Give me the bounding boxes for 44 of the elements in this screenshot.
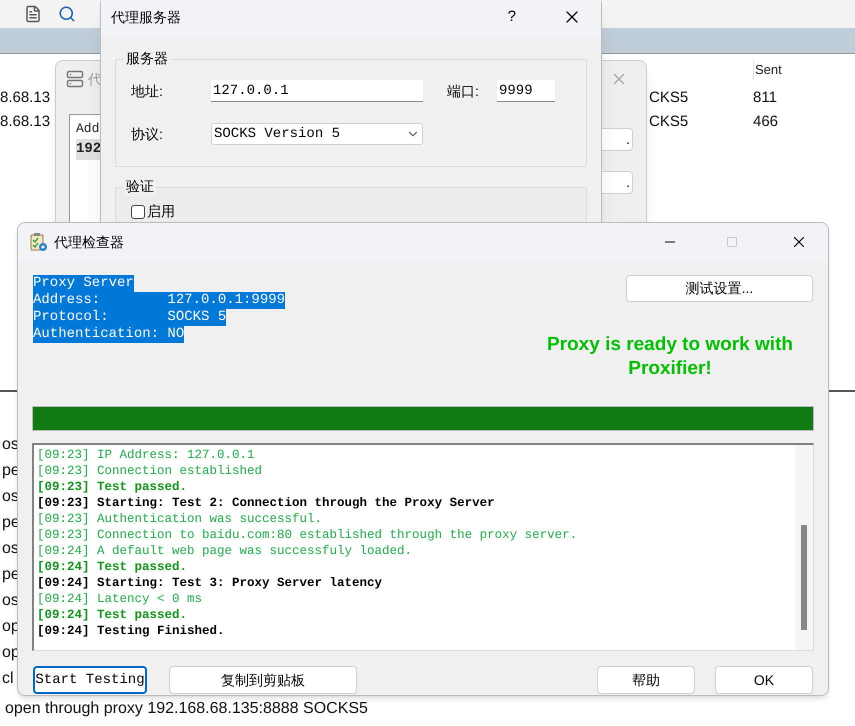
log-line: open through proxy 192.168.68.135:8888 SOCKS5	[5, 699, 368, 719]
search-icon[interactable]	[58, 5, 76, 23]
log-line: [09:24] Latency < 0 ms	[37, 591, 204, 607]
table-cell-text: 8.68.13	[0, 88, 50, 108]
table-cell-text: CKS5	[649, 112, 690, 132]
table-cell-text: CKS5	[649, 88, 690, 108]
document-icon[interactable]	[24, 5, 42, 23]
enable-checkbox[interactable]	[131, 204, 145, 218]
protocol-dropdown[interactable]: SOCKS Version 5	[211, 123, 423, 145]
dialog-button[interactable]: 帮助	[597, 666, 695, 694]
help-button[interactable]: ?	[508, 6, 516, 28]
column-header[interactable]: Sent	[753, 60, 855, 80]
log-line: [09:24] Starting: Test 3: Proxy Server latency	[37, 575, 384, 591]
window-title: 代理服务器	[111, 8, 181, 26]
dialog-button[interactable]: 复制到剪贴板	[169, 666, 357, 694]
log-line: [09:24] Test passed.	[37, 559, 188, 575]
log-line: [09:23] Authentication was successful.	[37, 511, 324, 527]
table-cell-text: 811	[753, 88, 778, 108]
dialog-button[interactable]: OK	[715, 666, 813, 694]
status-message: Proxy is ready to work with Proxifier!	[546, 333, 794, 381]
field-label: 协议:	[131, 124, 164, 144]
field-label: 地址:	[131, 82, 164, 100]
log-line: [09:24] Testing Finished.	[37, 623, 226, 639]
log-line: [09:24] A default web page was successfuly loaded.	[37, 543, 414, 559]
port-field[interactable]: 9999	[497, 80, 555, 102]
log-line: [09:23] Test passed.	[37, 479, 188, 495]
table-cell-text: 8.68.13	[0, 112, 50, 132]
table-cell-text: 466	[753, 112, 780, 132]
log-line: cl	[2, 669, 14, 689]
settings-button[interactable]: 测试设置...	[626, 275, 813, 302]
log-line: [09:24] Test passed.	[37, 607, 188, 623]
field-label: 端口:	[447, 82, 480, 100]
list-text: Add	[76, 120, 100, 138]
log-line: [09:23] Starting: Test 2: Connection through the Proxy Server	[37, 495, 496, 511]
server-icon	[66, 70, 84, 88]
address-field[interactable]: 127.0.0.1	[211, 80, 423, 102]
log-line: [09:23] IP Address: 127.0.0.1	[37, 447, 256, 463]
checkbox-label: 启用	[147, 202, 175, 221]
log-line: [09:23] Connection established	[37, 463, 264, 479]
window-title: 代理检查器	[54, 232, 124, 252]
clipboard-icon	[30, 232, 48, 252]
dialog-button[interactable]: Start Testing	[33, 666, 147, 694]
scrollbar[interactable]	[795, 445, 813, 650]
log-line: [09:23] Connection to baidu.com:80 established through the proxy server.	[37, 527, 578, 543]
